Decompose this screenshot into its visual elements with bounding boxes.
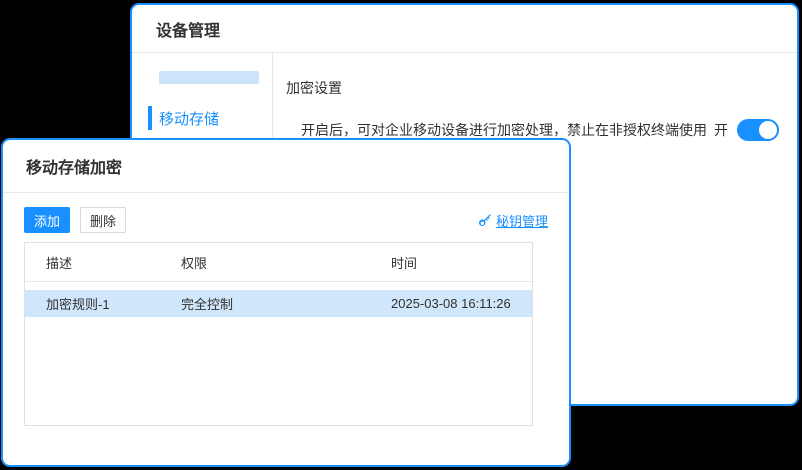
key-icon xyxy=(478,213,492,227)
sidebar-skeleton-item xyxy=(159,71,259,84)
cell-time: 2025-03-08 16:11:26 xyxy=(370,296,532,311)
delete-button[interactable]: 删除 xyxy=(80,207,126,233)
column-header-description: 描述 xyxy=(25,253,160,272)
column-header-time: 时间 xyxy=(370,253,532,272)
table-gap xyxy=(25,282,532,290)
key-management-link[interactable]: 秘钥管理 xyxy=(478,211,548,230)
sidebar-item-mobile-storage[interactable]: 移动存储 xyxy=(132,106,272,130)
window-title: 设备管理 xyxy=(132,5,797,53)
toggle-group: 开 xyxy=(714,119,779,141)
cell-permission: 完全控制 xyxy=(160,294,370,313)
encryption-rules-table: 描述 权限 时间 加密规则-1 完全控制 2025-03-08 16:11:26 xyxy=(24,242,533,426)
setting-description: 开启后，可对企业移动设备进行加密处理，禁止在非授权终端使用 xyxy=(286,120,714,140)
dialog-title: 移动存储加密 xyxy=(3,140,569,193)
sidebar-item-label: 移动存储 xyxy=(159,108,219,129)
active-indicator-bar xyxy=(148,106,152,130)
cell-description: 加密规则-1 xyxy=(25,294,160,313)
key-management-label: 秘钥管理 xyxy=(496,211,548,230)
table-row[interactable]: 加密规则-1 完全控制 2025-03-08 16:11:26 xyxy=(25,290,532,317)
toggle-knob xyxy=(759,121,777,139)
table-header-row: 描述 权限 时间 xyxy=(25,243,532,282)
add-button[interactable]: 添加 xyxy=(24,207,70,233)
section-title: 加密设置 xyxy=(286,78,779,98)
mobile-storage-encryption-dialog: 移动存储加密 添加 删除 秘钥管理 描述 权限 时间 加密规则-1 完全控制 2… xyxy=(1,138,571,467)
dialog-toolbar: 添加 删除 秘钥管理 xyxy=(3,207,569,233)
toggle-state-label: 开 xyxy=(714,120,728,140)
encryption-toggle[interactable] xyxy=(737,119,779,141)
column-header-permission: 权限 xyxy=(160,253,370,272)
